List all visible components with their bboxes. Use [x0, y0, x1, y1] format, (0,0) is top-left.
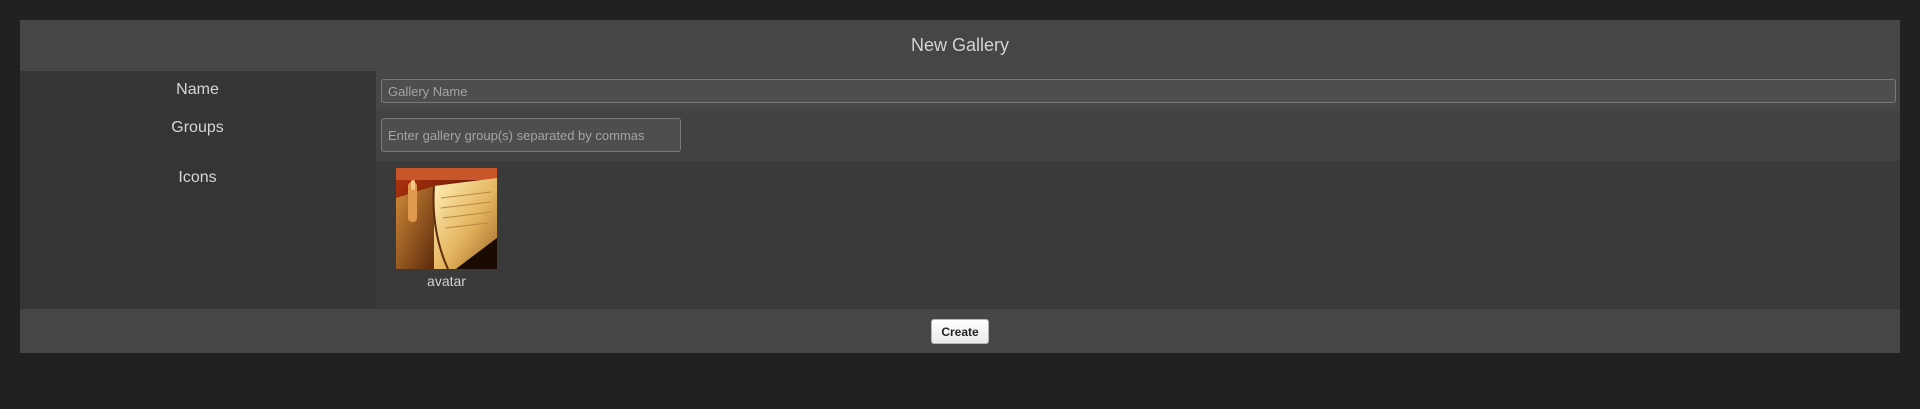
groups-field-cell: [376, 111, 1900, 161]
groups-label: Groups: [171, 119, 224, 136]
icons-list: avatar: [376, 161, 1900, 309]
gallery-groups-input[interactable]: [381, 118, 681, 152]
icons-label: Icons: [178, 169, 217, 186]
name-row: Name: [20, 71, 1900, 111]
form-footer: Create: [20, 309, 1900, 353]
open-book-photo-icon: [396, 168, 497, 269]
icon-caption: avatar: [427, 273, 466, 289]
icons-row: Icons avatar: [20, 161, 1900, 309]
name-field-cell: [376, 71, 1900, 111]
icon-option-avatar[interactable]: avatar: [396, 168, 497, 289]
new-gallery-panel: New Gallery Name Groups Icons: [20, 20, 1900, 353]
groups-row: Groups: [20, 111, 1900, 161]
name-label: Name: [176, 81, 219, 98]
gallery-name-input[interactable]: [381, 79, 1896, 103]
page-title: New Gallery: [20, 20, 1900, 71]
create-button[interactable]: Create: [931, 319, 989, 344]
